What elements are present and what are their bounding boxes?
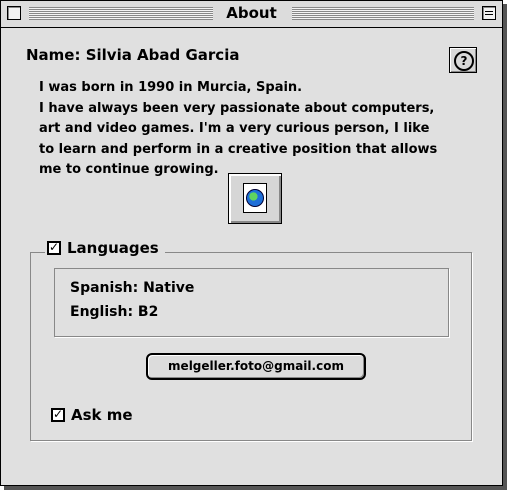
- languages-list-box: [54, 268, 449, 337]
- ask-me-option[interactable]: Ask me: [51, 406, 133, 424]
- email-button[interactable]: melgeller.foto@gmail.com: [146, 353, 366, 380]
- languages-checkbox[interactable]: [47, 240, 61, 255]
- ask-me-checkbox[interactable]: [51, 407, 65, 422]
- document-button[interactable]: [228, 173, 282, 224]
- document-globe-icon: [246, 189, 264, 207]
- help-icon: ?: [454, 51, 474, 71]
- about-window: About Name: Silvia Abad Garcia ? I was b…: [0, 0, 503, 486]
- window-title: About: [218, 4, 285, 22]
- bio-line: to learn and perform in a creative posit…: [39, 141, 438, 157]
- languages-label: Languages: [67, 239, 159, 257]
- bio-line: art and video games. I'm a very curious …: [39, 121, 430, 136]
- ask-me-label: Ask me: [71, 406, 133, 424]
- name-label: Name: Silvia Abad Garcia: [26, 46, 240, 64]
- language-item: English: B2: [70, 304, 159, 320]
- language-item: Spanish: Native: [70, 280, 195, 296]
- zoom-box-icon[interactable]: [482, 6, 496, 20]
- bio-line: I was born in 1990 in Murcia, Spain.: [39, 80, 303, 95]
- bio-line: I have always been very passionate about…: [39, 100, 435, 116]
- languages-legend[interactable]: Languages: [45, 239, 165, 257]
- help-button[interactable]: ?: [449, 47, 477, 73]
- title-bar[interactable]: About: [1, 1, 502, 28]
- bio-text: I was born in 1990 in Murcia, Spain. I h…: [39, 78, 459, 181]
